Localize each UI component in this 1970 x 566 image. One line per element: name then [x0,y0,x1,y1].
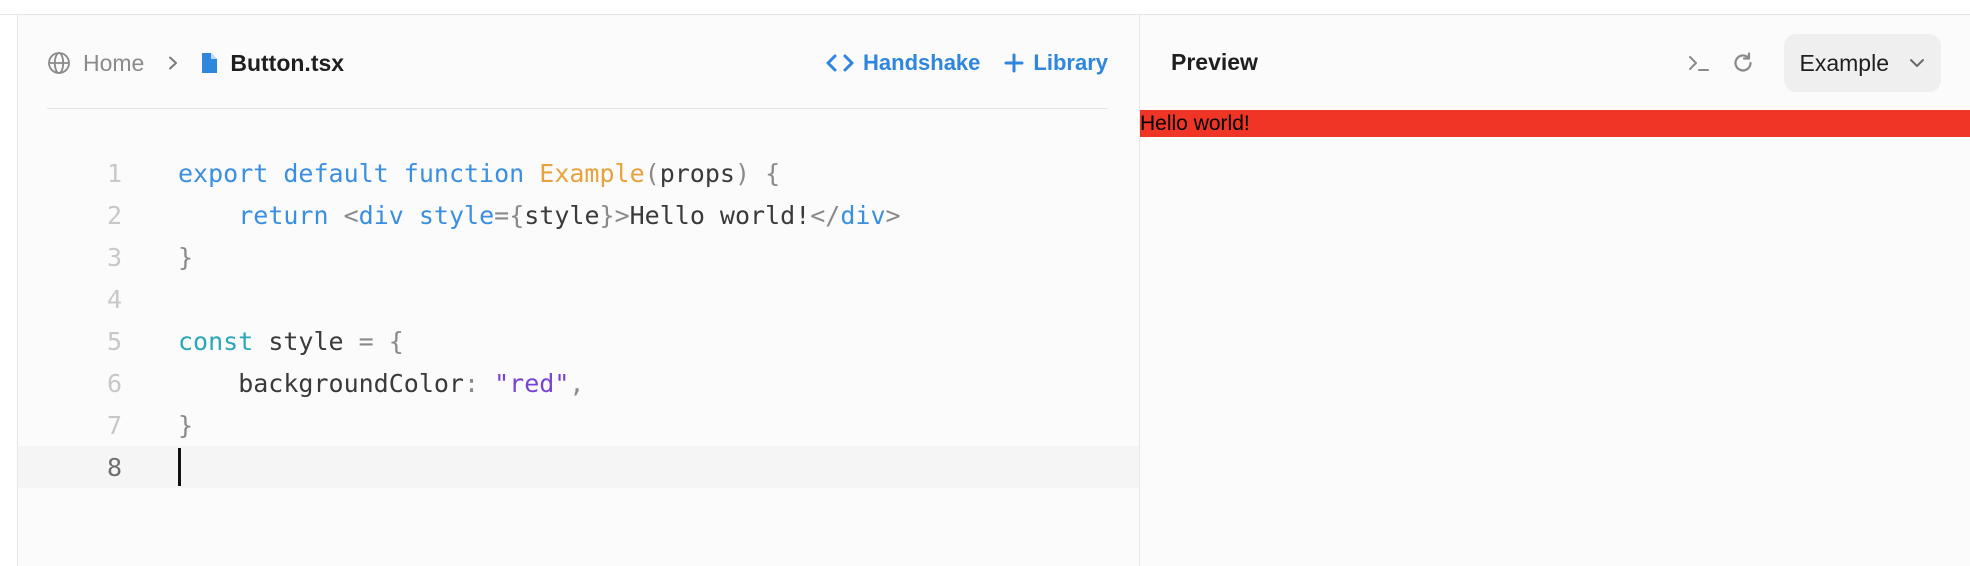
example-select[interactable]: Example [1783,34,1941,92]
editor-pane: Home Button.tsx Handshake Library 1 expo… [18,15,1140,566]
plus-icon [1004,53,1024,73]
preview-output: Hello world! [1140,110,1970,566]
breadcrumb-file-label: Button.tsx [230,49,345,76]
text-cursor [178,448,181,486]
breadcrumb-home-label: Home [83,49,145,76]
code-line[interactable]: 5 const style = { [18,320,1139,362]
header-actions: Handshake Library [826,48,1108,78]
preview-toolbar: Example [1684,34,1941,92]
code-text: const style = { [178,326,404,356]
globe-icon [48,52,70,74]
preview-pane: Preview Example Hello world! [1140,15,1970,566]
breadcrumb-file[interactable]: Button.tsx [200,50,344,77]
code-line[interactable]: 7 } [18,404,1139,446]
library-button[interactable]: Library [1004,50,1108,76]
breadcrumb-home[interactable]: Home [47,50,144,77]
handshake-button[interactable]: Handshake [826,50,980,76]
refresh-icon[interactable] [1728,48,1758,78]
line-number: 2 [106,200,122,230]
code-text: } [178,410,194,440]
line-number: 8 [106,452,122,482]
code-text: } [178,242,194,272]
code-line[interactable]: 3 } [18,236,1139,278]
line-number: 4 [106,284,122,314]
code-text: backgroundColor: "red", [178,368,585,398]
code-line[interactable]: 6 backgroundColor: "red", [18,362,1139,404]
handshake-label: Handshake [863,50,981,75]
terminal-icon[interactable] [1684,48,1714,78]
line-number: 6 [106,368,122,398]
code-brackets-icon [826,54,854,72]
editor-header: Home Button.tsx Handshake Library [47,15,1108,109]
code-editor[interactable]: 1 export default function Example(props)… [18,152,1139,488]
library-label: Library [1033,50,1108,75]
breadcrumb: Home Button.tsx [47,48,344,78]
window-top-bar [0,0,1970,15]
line-number: 1 [106,158,122,188]
preview-title: Preview [1171,49,1258,75]
code-line[interactable]: 1 export default function Example(props)… [18,152,1139,194]
chevron-right-icon [166,56,180,70]
line-number: 3 [106,242,122,272]
line-number: 7 [106,410,122,440]
code-line-active[interactable]: 8 [18,446,1139,488]
code-text: return <div style={style}>Hello world!</… [238,200,901,230]
chevron-down-icon [1910,59,1924,67]
code-text: export default function Example(props) { [178,158,781,188]
hello-world-output: Hello world! [1140,110,1970,137]
code-line[interactable]: 4 [18,278,1139,320]
line-number: 5 [106,326,122,356]
code-line[interactable]: 2 return <div style={style}>Hello world!… [18,194,1139,236]
playground: Home Button.tsx Handshake Library 1 expo… [17,15,1970,566]
file-icon [202,53,218,73]
example-select-value: Example [1799,49,1889,76]
